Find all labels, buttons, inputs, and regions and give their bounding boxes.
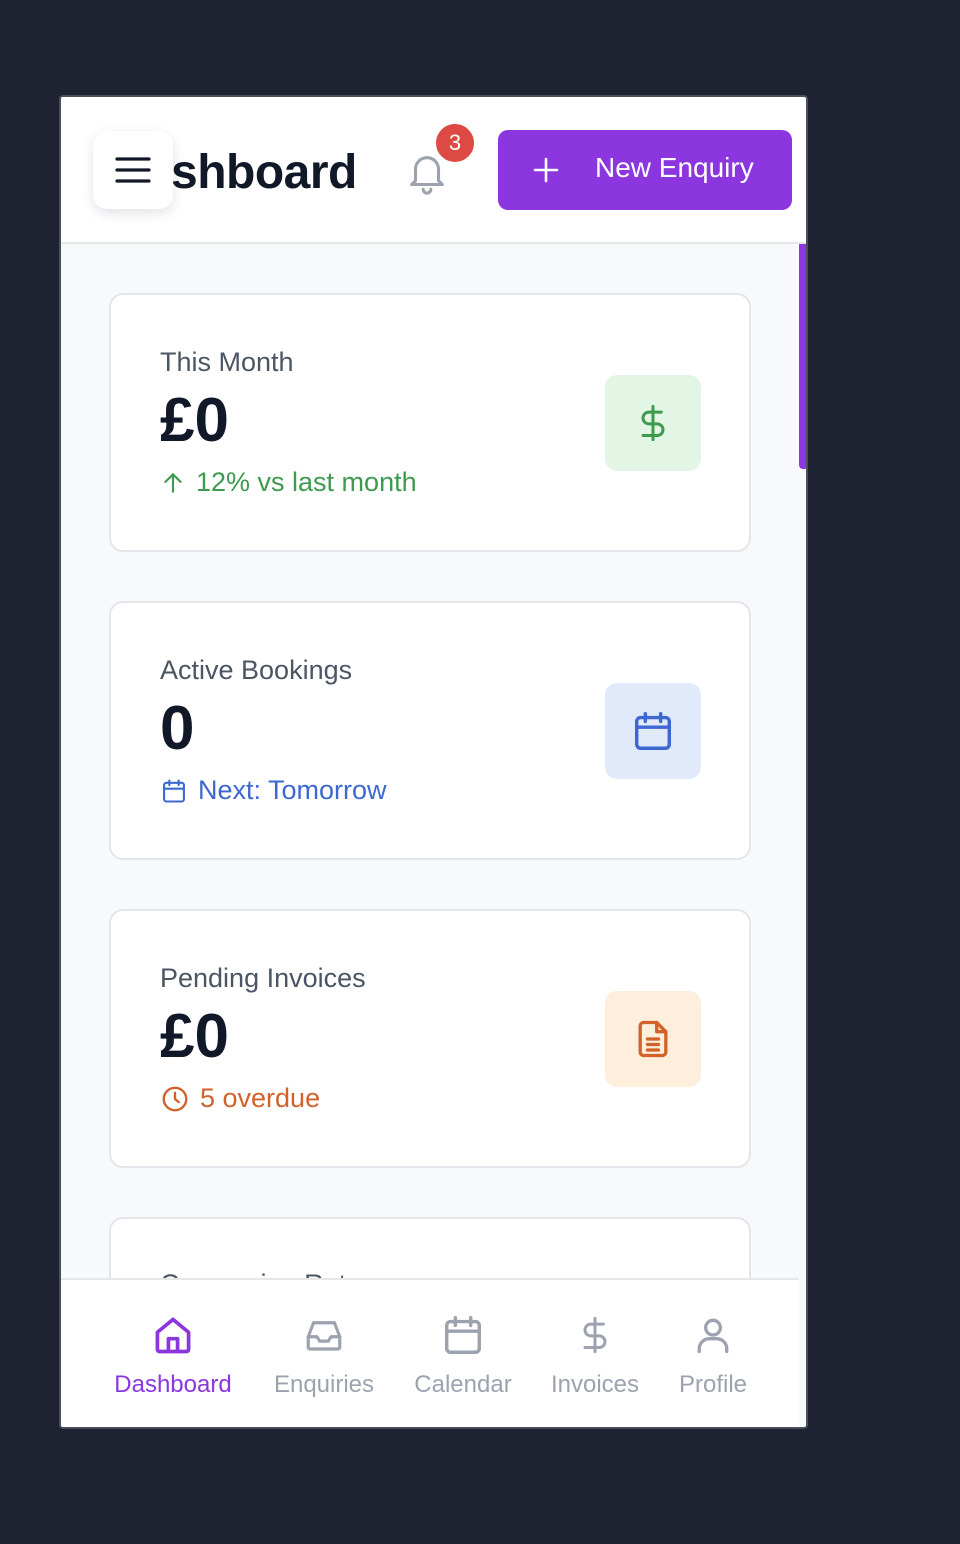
nav-label: Calendar	[414, 1371, 512, 1398]
calendar-icon	[634, 712, 672, 750]
stat-trend-text: 12% vs last month	[196, 467, 417, 497]
stat-icon-box	[605, 991, 701, 1087]
nav-label: Dashboard	[114, 1371, 232, 1398]
stat-card-active-bookings[interactable]: Active Bookings 0 Next: Tomorrow	[109, 601, 751, 860]
stat-trend-text: Next: Tomorrow	[198, 775, 387, 805]
calendar-icon	[440, 1312, 486, 1358]
stat-trend-text: 5 overdue	[200, 1083, 321, 1113]
menu-button[interactable]	[93, 131, 173, 209]
app-window: This Month £0 12% vs last month Active B…	[59, 95, 808, 1429]
nav-label: Profile	[678, 1371, 748, 1398]
calendar-icon	[163, 778, 185, 803]
nav-profile[interactable]: Profile	[643, 1280, 783, 1427]
dollar-icon	[641, 404, 665, 442]
plus-icon	[533, 157, 559, 183]
stat-label: Pending Invoices	[160, 963, 366, 993]
hamburger-icon	[115, 157, 151, 183]
clock-icon	[162, 1086, 188, 1111]
bottom-nav: Dashboard Enquiries Calendar Invoices Pr…	[61, 1278, 799, 1427]
dollar-icon	[572, 1312, 618, 1358]
nav-enquiries[interactable]: Enquiries	[254, 1280, 394, 1427]
stat-value: £0	[160, 1002, 229, 1071]
stat-trend: 12% vs last month	[160, 467, 417, 498]
arrow-up-icon	[164, 472, 182, 493]
inbox-icon	[301, 1312, 347, 1358]
stat-trend: 5 overdue	[160, 1083, 320, 1114]
top-header: shboard 3 New Enquiry	[61, 97, 806, 244]
nav-label: Enquiries	[273, 1371, 375, 1398]
stat-label: This Month	[160, 347, 294, 377]
stat-value: 0	[160, 694, 195, 763]
page-title: shboard	[171, 146, 357, 199]
notification-badge: 3	[434, 122, 476, 164]
stat-card-pending-invoices[interactable]: Pending Invoices £0 5 overdue	[109, 909, 751, 1168]
home-icon	[150, 1312, 196, 1358]
nav-calendar[interactable]: Calendar	[393, 1280, 533, 1427]
new-enquiry-button[interactable]: New Enquiry	[498, 130, 792, 210]
stat-card-this-month[interactable]: This Month £0 12% vs last month	[109, 293, 751, 552]
stat-value: £0	[160, 386, 229, 455]
stat-icon-box	[605, 683, 701, 779]
stat-icon-box	[605, 375, 701, 471]
stat-trend: Next: Tomorrow	[160, 775, 387, 806]
document-icon	[638, 1020, 668, 1058]
nav-dashboard[interactable]: Dashboard	[103, 1280, 243, 1427]
new-enquiry-label: New Enquiry	[595, 152, 754, 183]
user-icon	[690, 1312, 736, 1358]
stat-label: Active Bookings	[160, 655, 353, 685]
